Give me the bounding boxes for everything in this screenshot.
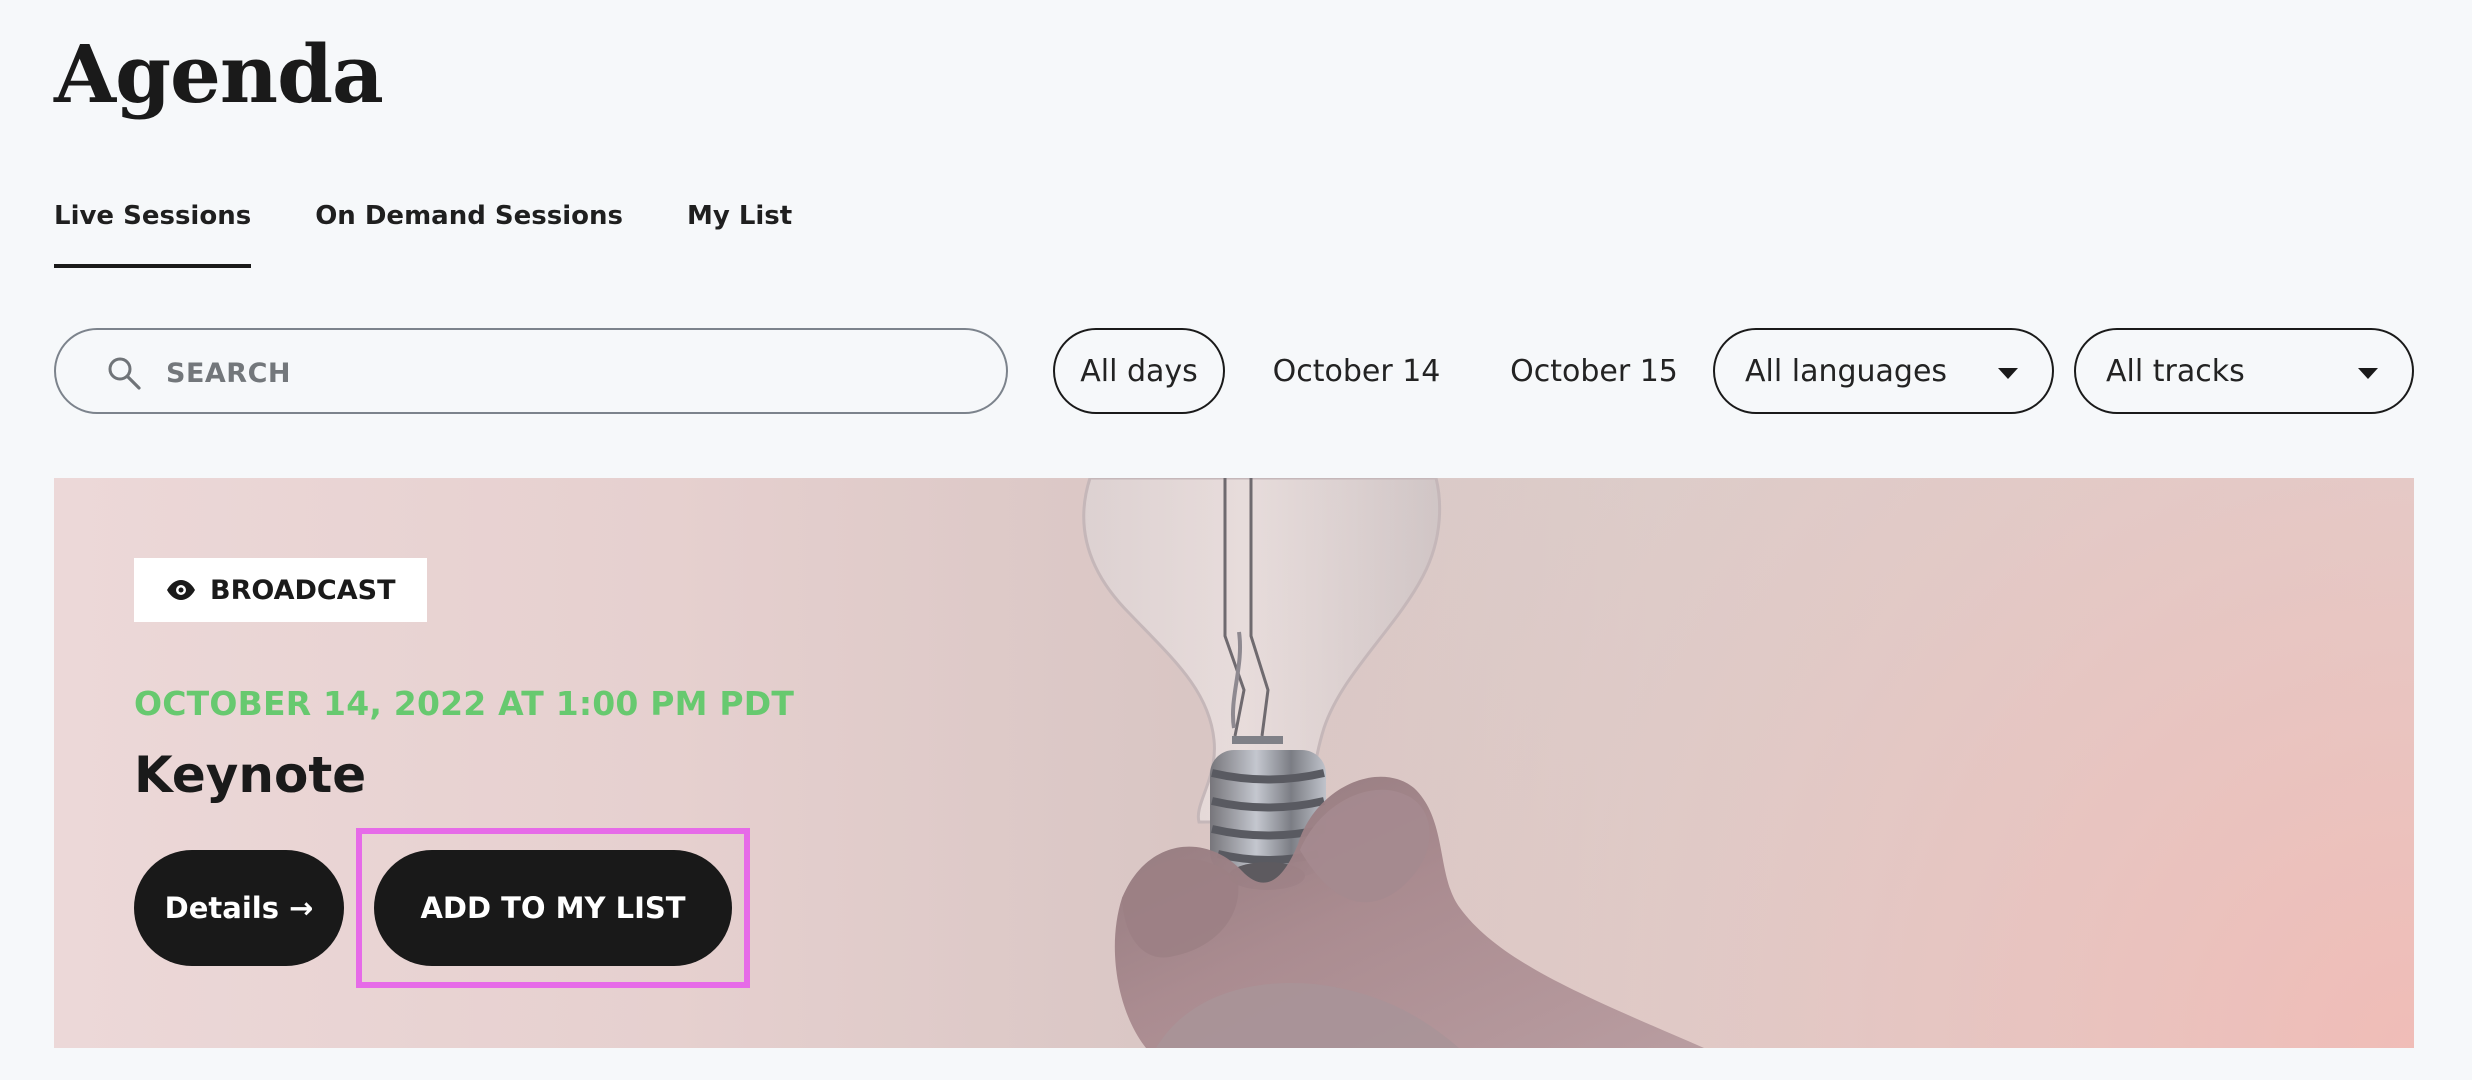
broadcast-badge-label: BROADCAST (210, 574, 396, 606)
session-title: Keynote (134, 746, 367, 804)
featured-session-card: BROADCAST OCTOBER 14, 2022 AT 1:00 PM PD… (54, 478, 2414, 1048)
day-filter-october-15[interactable]: October 15 (1486, 328, 1702, 414)
language-dropdown-value: All languages (1745, 353, 1948, 389)
tab-my-list[interactable]: My List (687, 190, 792, 280)
search-box[interactable] (54, 328, 1008, 414)
day-filter-october-14[interactable]: October 14 (1251, 328, 1462, 414)
session-date: OCTOBER 14, 2022 AT 1:00 PM PDT (134, 684, 795, 723)
search-input[interactable] (164, 348, 928, 398)
agenda-page: Agenda Live Sessions On Demand Sessions … (0, 0, 2472, 1080)
add-to-my-list-button[interactable]: ADD TO MY LIST (374, 850, 732, 966)
arrow-right-icon: → (289, 890, 314, 925)
details-button-label: Details (164, 891, 279, 925)
day-filter-all-days[interactable]: All days (1053, 328, 1225, 414)
tab-live-sessions[interactable]: Live Sessions (54, 190, 252, 280)
details-button[interactable]: Details → (134, 850, 344, 966)
track-dropdown-value: All tracks (2106, 353, 2245, 389)
chevron-down-icon (1998, 368, 2018, 379)
page-title: Agenda (54, 27, 384, 121)
chevron-down-icon (2358, 368, 2378, 379)
search-icon (108, 357, 141, 390)
track-dropdown[interactable]: All tracks (2074, 328, 2414, 414)
session-tabs: Live Sessions On Demand Sessions My List (54, 190, 856, 280)
eye-icon (167, 580, 195, 600)
tab-on-demand-sessions[interactable]: On Demand Sessions (315, 190, 623, 280)
filter-bar: All days October 14 October 15 All langu… (54, 328, 2414, 420)
broadcast-badge: BROADCAST (134, 558, 428, 622)
language-dropdown[interactable]: All languages (1713, 328, 2054, 414)
